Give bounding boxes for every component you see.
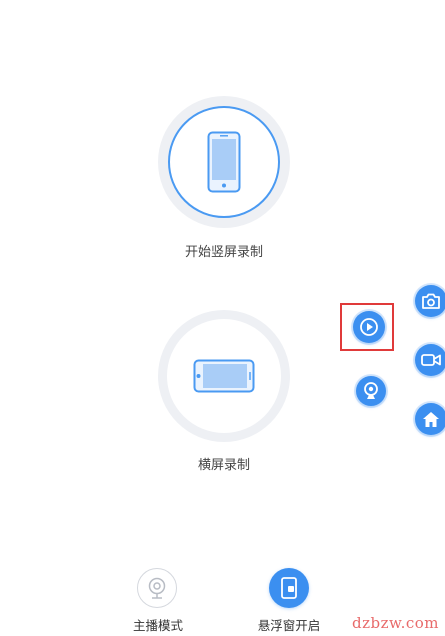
home-button[interactable] bbox=[413, 401, 445, 437]
float-window-icon-wrap bbox=[269, 568, 309, 608]
portrait-record-inner bbox=[168, 106, 280, 218]
anchor-mode-icon-wrap bbox=[137, 568, 177, 608]
webcam-button[interactable] bbox=[354, 374, 388, 408]
landscape-record-button[interactable] bbox=[158, 310, 290, 442]
landscape-record-inner bbox=[167, 319, 281, 433]
phone-portrait-icon bbox=[207, 131, 241, 193]
webcam-button-inner bbox=[356, 376, 386, 406]
play-button[interactable] bbox=[351, 309, 387, 345]
float-window-tab[interactable]: 悬浮窗开启 bbox=[250, 568, 330, 633]
video-record-button[interactable] bbox=[413, 342, 445, 378]
watermark-text: dzbzw.com bbox=[352, 614, 439, 632]
video-camera-icon bbox=[421, 354, 441, 366]
portrait-record-button[interactable] bbox=[158, 96, 290, 228]
screenshot-camera-button[interactable] bbox=[413, 283, 445, 319]
floating-window-icon bbox=[281, 577, 297, 599]
anchor-mode-label: 主播模式 bbox=[132, 618, 183, 633]
camera-icon bbox=[422, 293, 440, 309]
portrait-record-label: 开始竖屏录制 bbox=[184, 245, 263, 260]
phone-landscape-icon bbox=[193, 359, 255, 393]
anchor-mode-tab[interactable]: 主播模式 bbox=[126, 568, 190, 633]
webcam-icon bbox=[364, 382, 378, 399]
video-button-inner bbox=[415, 344, 445, 376]
camera-button-inner bbox=[415, 285, 445, 317]
play-icon bbox=[360, 318, 378, 336]
float-window-label: 悬浮窗开启 bbox=[257, 618, 321, 633]
webcam-outline-icon bbox=[148, 577, 166, 599]
landscape-record-label: 横屏录制 bbox=[197, 458, 250, 473]
home-button-inner bbox=[415, 403, 445, 435]
play-button-inner bbox=[353, 311, 385, 343]
home-icon bbox=[423, 411, 439, 427]
